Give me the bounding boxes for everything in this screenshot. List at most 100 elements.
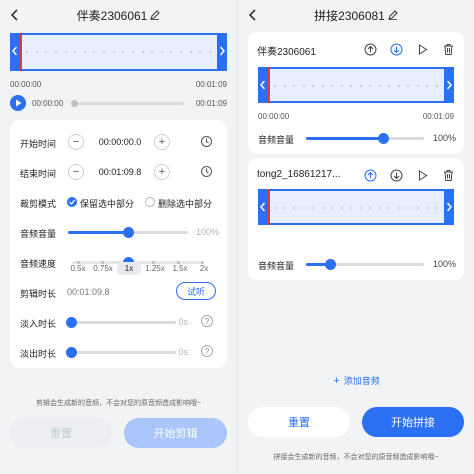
playhead <box>268 189 270 225</box>
edit-pencil-icon[interactable] <box>150 10 161 20</box>
fadeout-value: 0s <box>178 347 188 357</box>
join-panel: 拼接2306081 伴奏2306061 00:00:00 00:01:09 音频… <box>237 0 474 474</box>
right-handle[interactable] <box>217 33 227 71</box>
fadeout-slider[interactable] <box>66 347 176 358</box>
mode-keep-radio[interactable] <box>67 197 77 207</box>
move-down-icon[interactable] <box>390 43 403 56</box>
speed-label: 音频速度 <box>20 259 57 269</box>
end-minus-button[interactable]: − <box>68 164 84 180</box>
volume-label: 音频音量 <box>258 135 295 145</box>
start-time-value[interactable]: 00:00:00.0 <box>90 137 150 147</box>
volume-slider[interactable] <box>68 227 188 238</box>
progress-knob[interactable] <box>71 100 78 107</box>
trash-icon[interactable] <box>442 43 455 56</box>
waveform-dots <box>26 51 211 53</box>
history-clock-icon[interactable] <box>200 165 213 178</box>
speed-option-selected[interactable]: 1x <box>117 262 141 275</box>
progress-bar[interactable] <box>71 100 184 107</box>
start-join-button[interactable]: 开始拼接 <box>362 407 464 437</box>
waveform[interactable] <box>10 33 227 71</box>
mode-delete-label[interactable]: 删除选中部分 <box>158 197 212 210</box>
volume-knob[interactable] <box>123 227 134 238</box>
fadein-knob[interactable] <box>66 317 77 328</box>
end-time-value[interactable]: 00:01:09.8 <box>90 167 150 177</box>
volume-label: 音频音量 <box>20 229 57 239</box>
play-icon[interactable] <box>416 169 429 182</box>
volume-value: 100% <box>195 227 219 237</box>
track-name: 伴奏2306061 <box>257 47 316 58</box>
track-name: tong2_16861217... <box>257 169 341 180</box>
track-card: tong2_16861217... 音频音量 100% <box>248 158 464 280</box>
speed-option[interactable]: 1.5x <box>168 264 192 273</box>
volume-knob[interactable] <box>377 133 389 144</box>
listen-button[interactable]: 试听 <box>176 282 216 300</box>
mode-delete-radio[interactable] <box>145 197 155 207</box>
left-handle[interactable] <box>258 67 268 103</box>
wave-time-end: 00:01:09 <box>422 112 454 121</box>
left-handle[interactable] <box>10 33 20 71</box>
history-clock-icon[interactable] <box>200 135 213 148</box>
wave-time-end: 00:01:09 <box>195 80 227 89</box>
clip-panel: 伴奏2306061 00:00:00 00:01:09 00:00:00 00:… <box>0 0 237 474</box>
move-down-icon[interactable] <box>390 169 403 182</box>
fadein-value: 0s <box>178 317 188 327</box>
duration-label: 剪辑时长 <box>20 289 57 299</box>
right-handle[interactable] <box>444 189 454 225</box>
trash-icon[interactable] <box>442 169 455 182</box>
page-title: 拼接2306081 <box>314 8 385 23</box>
edit-pencil-icon[interactable] <box>388 10 398 20</box>
clip-settings-card: 开始时间 − 00:00:00.0 + 结束时间 − 00:01:09.8 + … <box>10 120 227 368</box>
left-handle[interactable] <box>258 189 268 225</box>
volume-value: 100% <box>432 133 456 143</box>
waveform[interactable] <box>258 189 454 225</box>
add-audio-button[interactable]: + 添加音频 <box>238 374 474 387</box>
help-icon[interactable]: ? <box>201 315 213 327</box>
volume-knob[interactable] <box>324 259 336 270</box>
play-icon <box>16 99 22 107</box>
wave-time-start: 00:00:00 <box>258 112 290 121</box>
move-up-icon[interactable] <box>364 169 377 182</box>
reset-button[interactable]: 重置 <box>10 418 112 448</box>
join-note: 拼接会生成新的音频，不会对您的原音频造成影响哦~ <box>273 454 439 461</box>
player-time-start: 00:00:00 <box>32 99 64 108</box>
end-time-label: 结束时间 <box>20 169 57 179</box>
playhead <box>20 33 22 71</box>
waveform-dots <box>274 85 438 87</box>
fadeout-label: 淡出时长 <box>20 349 57 359</box>
end-plus-button[interactable]: + <box>154 164 170 180</box>
speed-option[interactable]: 2x <box>192 264 216 273</box>
waveform[interactable] <box>258 67 454 103</box>
fadein-slider[interactable] <box>66 317 176 328</box>
speed-option[interactable]: 0.75x <box>91 264 115 273</box>
volume-value: 100% <box>432 259 456 269</box>
play-icon[interactable] <box>416 43 429 56</box>
header: 拼接2306081 <box>238 0 474 30</box>
page-title: 伴奏2306061 <box>76 8 148 23</box>
mode-label: 裁剪模式 <box>20 199 57 209</box>
header: 伴奏2306061 <box>0 0 237 30</box>
plus-icon: + <box>333 374 340 387</box>
playhead <box>268 67 270 103</box>
volume-fill <box>68 231 128 234</box>
start-minus-button[interactable]: − <box>68 134 84 150</box>
start-clip-button[interactable]: 开始剪辑 <box>124 418 227 448</box>
help-icon[interactable]: ? <box>201 345 213 357</box>
player-time-end: 00:01:09 <box>195 99 227 108</box>
speed-option[interactable]: 0.5x <box>66 264 90 273</box>
track-card: 伴奏2306061 00:00:00 00:01:09 音频音量 100% <box>248 32 464 154</box>
play-button[interactable] <box>10 95 26 111</box>
right-handle[interactable] <box>444 67 454 103</box>
duration-value: 00:01:09.8 <box>67 287 110 297</box>
volume-slider[interactable] <box>306 259 424 270</box>
volume-fill <box>306 137 383 140</box>
reset-button[interactable]: 重置 <box>248 407 350 437</box>
back-arrow-icon[interactable] <box>9 8 21 22</box>
back-arrow-icon[interactable] <box>247 8 259 22</box>
speed-option[interactable]: 1.25x <box>143 264 167 273</box>
mode-keep-label[interactable]: 保留选中部分 <box>80 197 134 210</box>
start-plus-button[interactable]: + <box>154 134 170 150</box>
clip-note: 剪辑会生成新的音频，不会对您的原音频造成影响哦~ <box>35 400 202 407</box>
move-up-icon[interactable] <box>364 43 377 56</box>
fadeout-knob[interactable] <box>66 347 77 358</box>
volume-slider[interactable] <box>306 133 424 144</box>
